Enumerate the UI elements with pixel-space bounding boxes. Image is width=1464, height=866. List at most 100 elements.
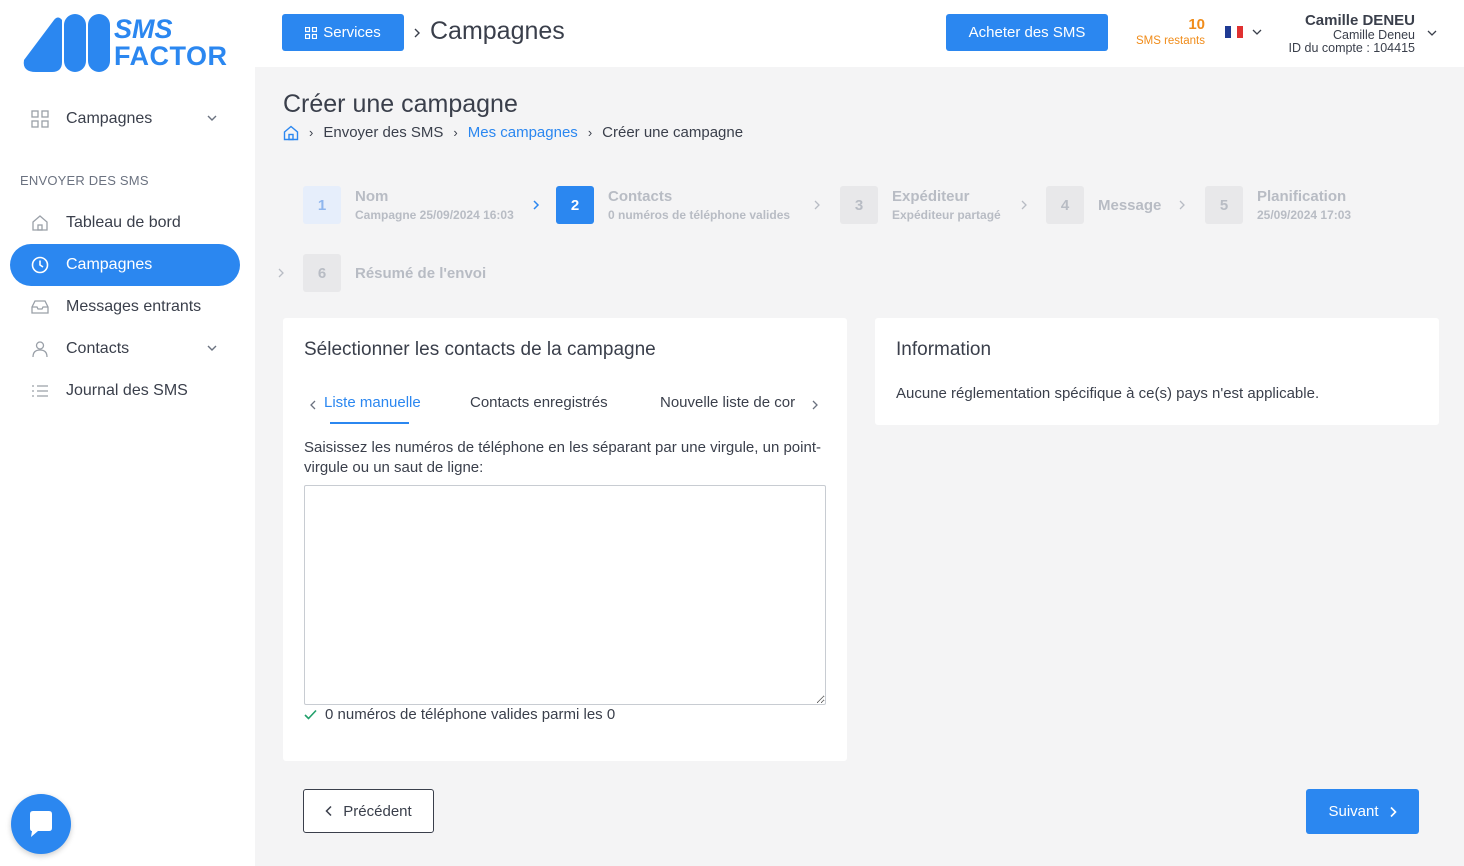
sidebar-item-label: Contacts [66, 340, 130, 357]
tab-contacts-enregistres[interactable]: Contacts enregistrés [470, 394, 608, 411]
sidebar-item-label: Campagnes [66, 256, 153, 273]
previous-button[interactable]: Précédent [303, 789, 434, 833]
step-number: 3 [840, 186, 878, 224]
chevron-right-icon [278, 268, 284, 278]
step-subtitle: Expéditeur partagé [892, 208, 1001, 222]
grid-icon [30, 109, 50, 129]
user-menu[interactable]: Camille DENEU Camille Deneu ID du compte… [1275, 12, 1415, 55]
chevron-right-icon [533, 200, 540, 210]
sidebar-item-label: Messages entrants [66, 298, 202, 315]
services-button[interactable]: Services [282, 14, 404, 51]
grid-icon [305, 26, 318, 39]
step-nom[interactable]: 1 Nom Campagne 25/09/2024 16:03 [303, 186, 514, 224]
sidebar-item-tableau-de-bord[interactable]: Tableau de bord [10, 202, 240, 244]
breadcrumb-separator: › [309, 125, 314, 140]
user-name: Camille DENEU [1304, 12, 1415, 29]
sidebar-item-campagnes-menu[interactable]: Campagnes [10, 98, 240, 140]
breadcrumb-item-envoyer[interactable]: Envoyer des SMS [323, 124, 443, 141]
services-label: Services [323, 24, 381, 41]
phone-numbers-input[interactable] [304, 485, 826, 705]
chevron-right-icon [1389, 806, 1397, 817]
breadcrumb-separator: › [587, 125, 593, 140]
buy-sms-button[interactable]: Acheter des SMS [946, 14, 1108, 51]
tab-liste-manuelle[interactable]: Liste manuelle [324, 394, 421, 411]
topbar-title: Campagnes [430, 17, 565, 45]
step-contacts[interactable]: 2 Contacts 0 numéros de téléphone valides [556, 186, 790, 224]
information-card: Information Aucune réglementation spécif… [875, 318, 1439, 425]
sidebar-item-journal-des-sms[interactable]: Journal des SMS [10, 370, 240, 412]
active-tab-indicator [330, 422, 409, 424]
brand-line1: SMS [114, 14, 173, 44]
chevron-left-icon [325, 805, 332, 817]
previous-label: Précédent [343, 802, 412, 820]
chevron-down-icon[interactable] [1251, 26, 1263, 38]
list-icon [30, 381, 50, 401]
chevron-down-icon[interactable] [1426, 27, 1438, 39]
step-message[interactable]: 4 Message [1046, 186, 1161, 224]
chevron-right-icon [814, 200, 820, 210]
chevron-down-icon [207, 345, 217, 351]
chevron-right-icon [414, 28, 420, 38]
chevron-right-icon[interactable] [810, 398, 820, 412]
information-text: Aucune réglementation spécifique à ce(s)… [896, 385, 1320, 402]
contacts-card: Sélectionner les contacts de la campagne… [283, 318, 847, 761]
step-number: 6 [303, 254, 341, 292]
step-number: 5 [1205, 186, 1243, 224]
step-number: 1 [303, 186, 341, 224]
page-title: Créer une campagne [283, 90, 518, 118]
check-icon [304, 709, 317, 720]
sidebar-item-label: Tableau de bord [66, 214, 181, 231]
breadcrumb-item-current: Créer une campagne [602, 124, 744, 141]
step-number: 2 [556, 186, 594, 224]
step-title: Contacts [608, 188, 673, 205]
chevron-right-icon [1179, 200, 1185, 210]
step-title: Message [1098, 196, 1162, 214]
inbox-icon [30, 297, 50, 317]
step-resume[interactable]: 6 Résumé de l'envoi [303, 254, 486, 292]
valid-numbers-text: 0 numéros de téléphone valides parmi les… [325, 706, 616, 723]
valid-numbers-status: 0 numéros de téléphone valides parmi les… [304, 706, 615, 723]
breadcrumb-item-mes-campagnes[interactable]: Mes campagnes [468, 124, 578, 141]
chevron-down-icon [207, 115, 217, 121]
step-title: Résumé de l'envoi [355, 264, 487, 282]
step-subtitle: 0 numéros de téléphone valides [608, 208, 791, 222]
sidebar-item-campagnes[interactable]: Campagnes [10, 244, 240, 286]
sms-remaining: 10 SMS restants [1125, 16, 1205, 47]
step-title: Planification [1257, 188, 1347, 205]
step-subtitle: 25/09/2024 17:03 [1257, 208, 1352, 222]
logo-mark-icon [23, 14, 110, 72]
sms-remaining-count: 10 [1188, 16, 1205, 33]
step-subtitle: Campagne 25/09/2024 16:03 [355, 208, 514, 222]
user-icon [30, 339, 50, 359]
breadcrumb-separator: › [453, 125, 458, 140]
topbar: Services Campagnes Acheter des SMS 10 SM… [255, 0, 1464, 67]
step-title: Expéditeur [892, 188, 970, 205]
sidebar-item-label: Campagnes [66, 110, 153, 127]
language-flag-icon[interactable] [1225, 26, 1243, 38]
step-number: 4 [1046, 186, 1084, 224]
step-expediteur[interactable]: 3 Expéditeur Expéditeur partagé [840, 186, 1001, 224]
sidebar-item-label: Journal des SMS [66, 382, 188, 399]
step-title: Nom [355, 188, 389, 205]
sms-remaining-label: SMS restants [1135, 35, 1205, 47]
breadcrumb: › Envoyer des SMS › Mes campagnes › Crée… [283, 124, 743, 141]
sidebar-section-title: ENVOYER DES SMS [20, 173, 149, 188]
step-planification[interactable]: 5 Planification 25/09/2024 17:03 [1205, 186, 1351, 224]
phone-input-help: Saisissez les numéros de téléphone en le… [304, 439, 821, 476]
sidebar-item-messages-entrants[interactable]: Messages entrants [10, 286, 240, 328]
tab-nouvelle-liste[interactable]: Nouvelle liste de cor [660, 394, 795, 411]
home-icon[interactable] [283, 125, 299, 141]
contacts-tabs: Liste manuelle Contacts enregistrés Nouv… [303, 390, 828, 426]
next-button[interactable]: Suivant [1306, 789, 1419, 834]
brand-logo[interactable]: SMS FACTOR [22, 12, 227, 76]
chevron-right-icon [1021, 200, 1027, 210]
sidebar: SMS FACTOR Campagnes ENVOYER DES SMS Tab… [0, 0, 255, 866]
information-card-title: Information [896, 339, 992, 360]
chat-support-button[interactable] [11, 794, 71, 854]
clock-icon [30, 255, 50, 275]
chat-icon [30, 811, 52, 837]
sidebar-item-contacts[interactable]: Contacts [10, 328, 240, 370]
brand-line2: FACTOR [114, 41, 228, 71]
next-label: Suivant [1328, 803, 1379, 820]
chevron-left-icon[interactable] [308, 398, 318, 412]
